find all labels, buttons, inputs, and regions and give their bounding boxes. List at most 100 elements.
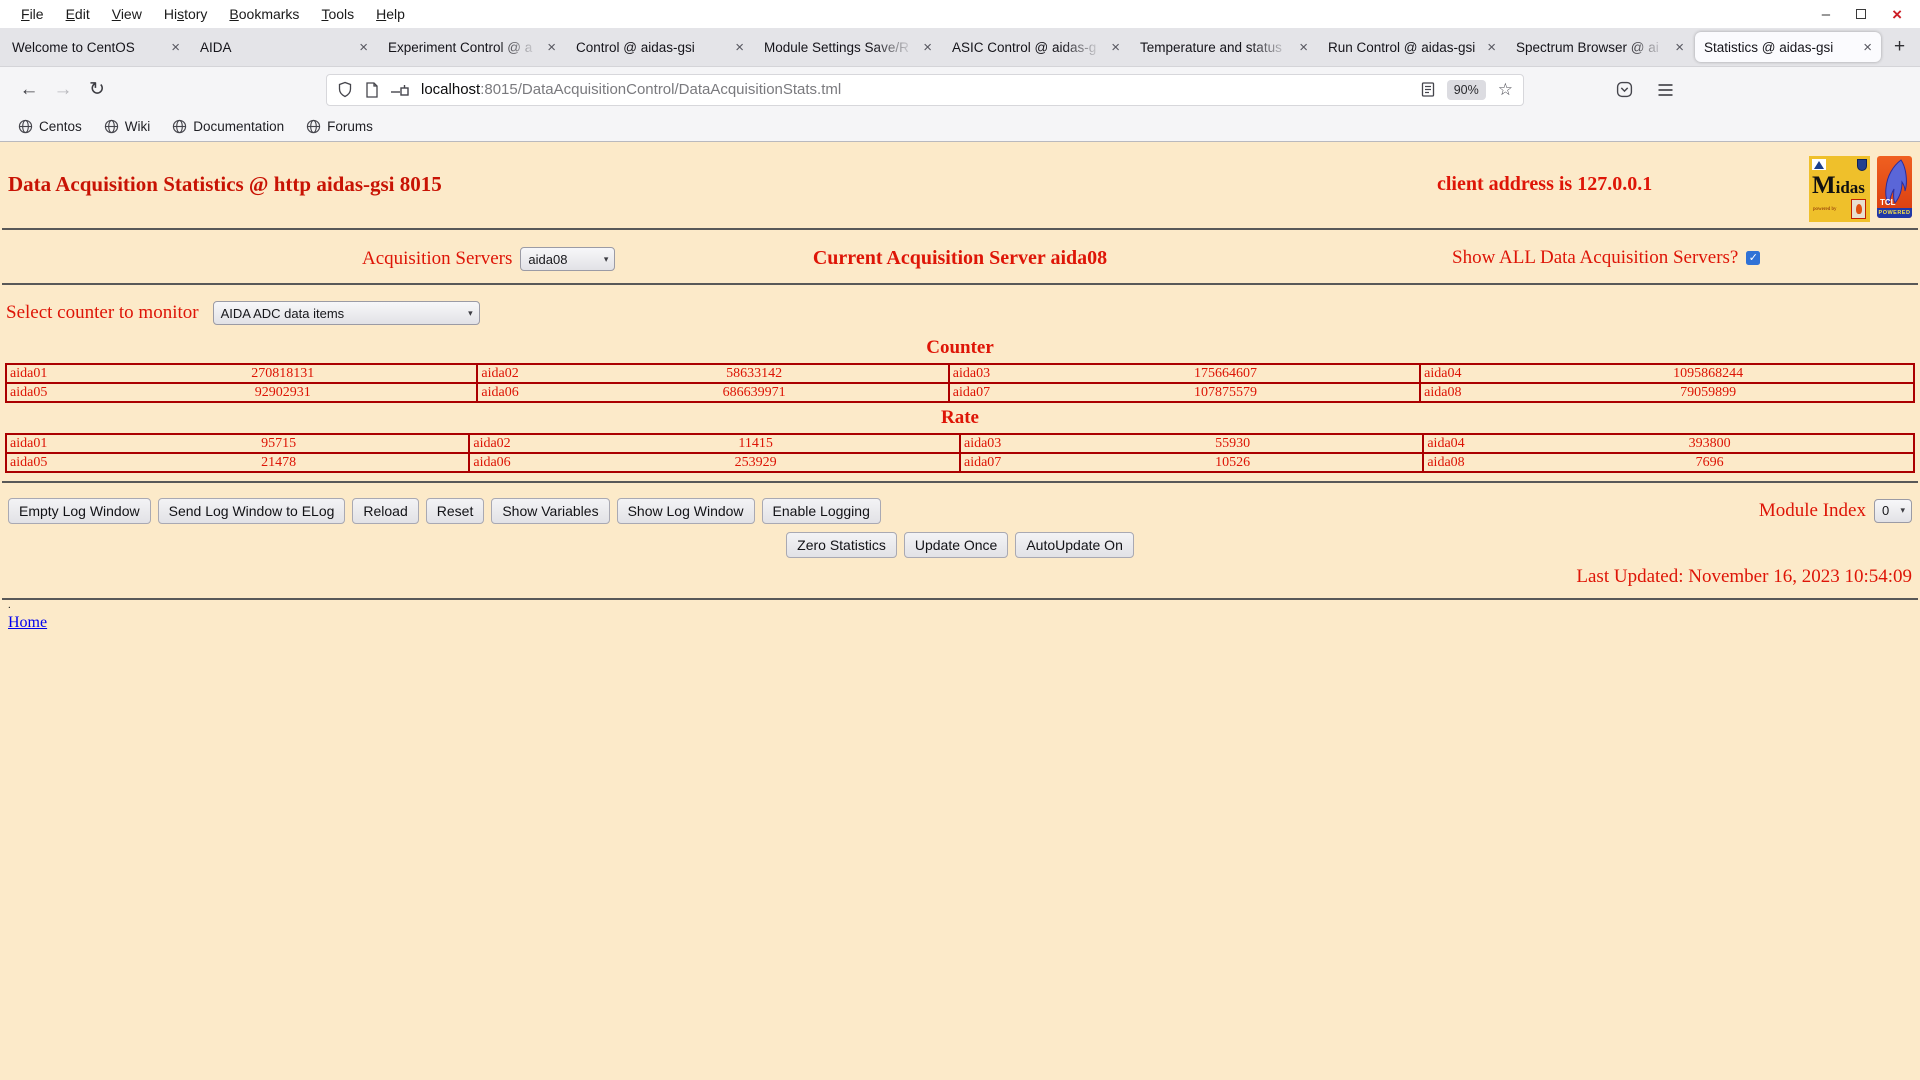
server-row: Acquisition Servers aida08 ▾ Current Acq… — [0, 247, 1920, 273]
url-path: :8015/DataAcquisitionControl/DataAcquisi… — [480, 81, 842, 98]
show-log-window-button[interactable]: Show Log Window — [616, 497, 755, 524]
tab-close-icon[interactable]: × — [1299, 39, 1308, 56]
page-title: Data Acquisition Statistics @ http aidas… — [8, 172, 442, 196]
reload-icon[interactable]: ↻ — [80, 78, 114, 101]
reload-button[interactable]: Reload — [352, 497, 419, 524]
pocket-icon[interactable] — [1616, 81, 1633, 98]
channel-name: aida08 — [1424, 384, 1462, 400]
counter-heading: Counter — [926, 337, 994, 358]
table-row: aida05 92902931 aida06 686639971 aida07 107… — [4, 382, 1915, 403]
channel-name: aida03 — [963, 435, 1002, 451]
url-text[interactable]: localhost:8015/DataAcquisitionControl/Da… — [421, 81, 1409, 98]
tab-close-icon[interactable]: × — [547, 39, 556, 56]
tab-close-icon[interactable]: × — [735, 39, 744, 56]
tab-close-icon[interactable]: × — [923, 39, 932, 56]
globe-icon — [104, 119, 118, 134]
update-controls-row: Zero Statistics Update Once AutoUpdate O… — [0, 532, 1920, 558]
counter-select-row: Select counter to monitor AIDA ADC data … — [0, 301, 1920, 327]
channel-name: aida07 — [952, 384, 991, 400]
send-log-window-to-elog-button[interactable]: Send Log Window to ELog — [157, 497, 346, 524]
forward-icon[interactable]: → — [46, 79, 80, 101]
reader-view-icon[interactable] — [1421, 81, 1435, 98]
tab-experiment-control[interactable]: Experiment Control @ a × — [379, 32, 565, 62]
stat-cell: aida03 55930 — [958, 433, 1425, 454]
tab-close-icon[interactable]: × — [1863, 39, 1872, 56]
show-all-checkbox[interactable]: ✓ — [1746, 251, 1761, 265]
table-row: aida01 270818131 aida02 58633142 aida03 175… — [4, 363, 1915, 384]
channel-value: 21478 — [261, 454, 297, 470]
menu-bookmarks[interactable]: Bookmarks — [218, 4, 310, 24]
update-once-button[interactable]: Update Once — [903, 532, 1009, 558]
tab-statistics-active[interactable]: Statistics @ aidas-gsi × — [1695, 32, 1881, 62]
tab-control[interactable]: Control @ aidas-gsi × — [567, 32, 753, 62]
bookmark-wiki[interactable]: Wiki — [98, 117, 157, 136]
module-index-value: 0 — [1882, 503, 1890, 518]
bookmark-documentation[interactable]: Documentation — [166, 117, 290, 136]
tab-close-icon[interactable]: × — [1487, 39, 1496, 56]
log-controls-row: Empty Log Window Send Log Window to ELog… — [0, 497, 1920, 524]
permissions-icon[interactable] — [391, 84, 409, 96]
acquisition-server-select[interactable]: aida08 ▾ — [520, 247, 616, 271]
client-address-text: client address is 127.0.0.1 — [1437, 173, 1653, 195]
new-tab-button[interactable]: + — [1882, 36, 1917, 58]
tab-asic-control[interactable]: ASIC Control @ aidas-g × — [943, 32, 1129, 62]
tab-close-icon[interactable]: × — [171, 39, 180, 56]
tab-title: Spectrum Browser @ ai — [1516, 39, 1659, 55]
globe-icon — [306, 119, 321, 134]
zoom-level-badge[interactable]: 90% — [1446, 79, 1486, 100]
tab-close-icon[interactable]: × — [359, 39, 368, 56]
tab-run-control[interactable]: Run Control @ aidas-gsi × — [1319, 32, 1505, 62]
acquisition-servers-label: Acquisition Servers — [362, 248, 513, 269]
enable-logging-button[interactable]: Enable Logging — [761, 497, 881, 524]
bookmark-star-icon[interactable]: ☆ — [1498, 80, 1513, 100]
tab-spectrum-browser[interactable]: Spectrum Browser @ ai × — [1507, 32, 1693, 62]
menu-view[interactable]: View — [101, 4, 153, 24]
zero-statistics-button[interactable]: Zero Statistics — [786, 532, 897, 558]
tab-close-icon[interactable]: × — [1111, 39, 1120, 56]
tab-title: Temperature and status — [1140, 39, 1282, 55]
page-info-icon[interactable] — [365, 81, 379, 98]
channel-value: 11415 — [738, 435, 773, 451]
channel-value: 79059899 — [1680, 384, 1737, 400]
select-counter-group: Select counter to monitor AIDA ADC data … — [6, 301, 480, 325]
tab-temperature-status[interactable]: Temperature and status × — [1131, 32, 1317, 62]
stat-cell: aida05 21478 — [4, 452, 471, 473]
menu-tools[interactable]: Tools — [310, 4, 365, 24]
back-icon[interactable]: ← — [12, 79, 46, 101]
show-variables-button[interactable]: Show Variables — [491, 497, 610, 524]
close-button[interactable]: × — [1892, 6, 1902, 23]
autoupdate-on-button[interactable]: AutoUpdate On — [1015, 532, 1134, 558]
counter-select[interactable]: AIDA ADC data items ▾ — [212, 301, 480, 325]
menu-edit[interactable]: Edit — [55, 4, 101, 24]
menu-file[interactable]: File — [10, 4, 55, 24]
tab-aida[interactable]: AIDA × — [191, 32, 377, 62]
channel-name: aida01 — [10, 435, 48, 451]
tab-module-settings[interactable]: Module Settings Save/R × — [755, 32, 941, 62]
channel-name: aida06 — [481, 384, 519, 400]
midas-powered-by-text: powered by — [1813, 207, 1837, 212]
tab-title: Run Control @ aidas-gsi — [1328, 39, 1476, 55]
home-link[interactable]: Home — [8, 614, 47, 632]
channel-value: 253929 — [734, 454, 777, 470]
shield-icon[interactable] — [337, 81, 353, 98]
menu-history[interactable]: History — [153, 4, 219, 24]
tab-welcome-to-centos[interactable]: Welcome to CentOS × — [3, 32, 189, 62]
tab-close-icon[interactable]: × — [1675, 39, 1684, 56]
channel-value: 7696 — [1695, 454, 1724, 470]
stat-cell: aida05 92902931 — [4, 382, 479, 403]
reset-button[interactable]: Reset — [425, 497, 485, 524]
footer-dot: . — [8, 599, 11, 611]
maximize-button[interactable] — [1856, 9, 1867, 19]
divider — [2, 481, 1918, 483]
url-bar[interactable]: localhost:8015/DataAcquisitionControl/Da… — [326, 73, 1524, 106]
minimize-button[interactable]: ‒ — [1822, 7, 1830, 22]
bookmark-centos[interactable]: Centos — [12, 117, 88, 136]
channel-value: 107875579 — [1193, 384, 1257, 400]
bookmark-forums[interactable]: Forums — [300, 117, 379, 136]
module-index-select[interactable]: 0 ▾ — [1874, 498, 1912, 523]
stat-cell: aida02 11415 — [468, 433, 961, 454]
menu-help[interactable]: Help — [365, 4, 416, 24]
empty-log-window-button[interactable]: Empty Log Window — [8, 497, 151, 524]
module-index-group: Module Index 0 ▾ — [1759, 498, 1912, 523]
hamburger-menu-icon[interactable] — [1657, 83, 1674, 97]
